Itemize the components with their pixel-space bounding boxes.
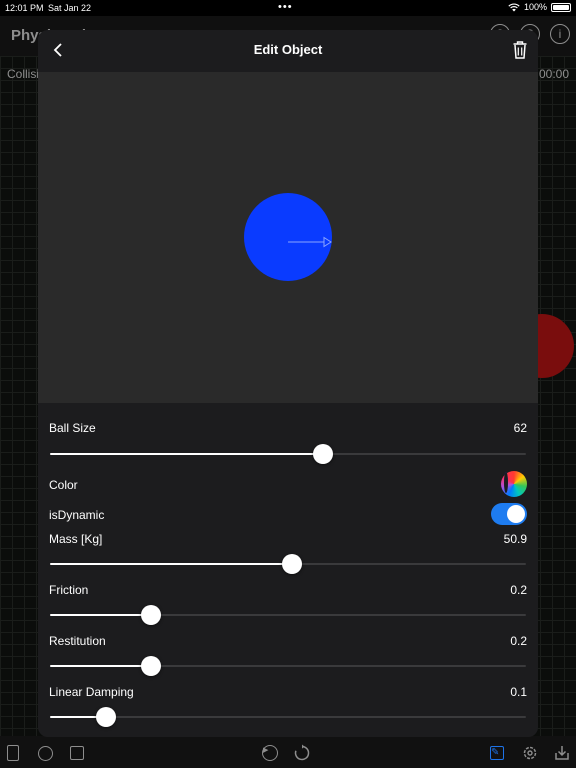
gear-icon	[523, 746, 537, 760]
restitution-slider[interactable]	[50, 655, 526, 677]
slider-track	[50, 716, 526, 718]
color-picker-button[interactable]	[501, 471, 527, 497]
properties-panel: Ball Size 62 Color isDynamic Mass [Kg] 5…	[38, 403, 538, 737]
export-button[interactable]	[553, 744, 571, 762]
mass-value: 50.9	[503, 532, 527, 546]
slider-fill	[50, 614, 152, 616]
multitasking-dots-icon[interactable]: •••	[278, 1, 293, 13]
slider-fill	[50, 563, 293, 565]
slider-thumb[interactable]	[282, 554, 303, 574]
edit-icon: ✎	[490, 746, 504, 760]
friction-slider[interactable]	[50, 604, 526, 626]
status-right: 100%	[508, 2, 571, 12]
ball-size-value: 62	[513, 421, 527, 435]
linear-damping-slider[interactable]	[50, 706, 526, 728]
slider-thumb[interactable]	[95, 707, 116, 727]
background-info-icon: i	[550, 24, 570, 44]
object-preview	[38, 72, 538, 403]
slider-thumb[interactable]	[141, 656, 162, 676]
circle-icon	[37, 745, 53, 761]
play-button[interactable]: ▶	[261, 744, 279, 762]
document-icon	[7, 745, 19, 761]
linear-damping-label: Linear Damping	[49, 685, 134, 699]
status-date: Sat Jan 22	[48, 3, 92, 13]
toggle-knob	[507, 505, 525, 523]
add-square-button[interactable]	[68, 744, 86, 762]
delete-button[interactable]	[512, 40, 528, 60]
reset-button[interactable]	[293, 744, 311, 762]
velocity-arrow-icon[interactable]	[288, 236, 334, 248]
status-time: 12:01 PM	[5, 3, 44, 13]
mass-slider[interactable]	[50, 553, 526, 575]
bottom-toolbar: ▶ ✎	[0, 736, 576, 768]
download-icon	[555, 746, 569, 760]
square-icon	[70, 746, 84, 760]
wifi-icon	[508, 2, 520, 11]
play-icon: ▶	[262, 745, 278, 761]
friction-value: 0.2	[510, 583, 527, 597]
reset-icon	[294, 744, 310, 761]
slider-fill	[50, 453, 324, 455]
linear-damping-value: 0.1	[510, 685, 527, 699]
ball-size-slider[interactable]	[50, 443, 526, 465]
add-circle-button[interactable]	[36, 744, 54, 762]
battery-icon	[551, 2, 571, 12]
status-bar: 12:01 PM Sat Jan 22 ••• 100%	[0, 0, 576, 16]
restitution-label: Restitution	[49, 634, 106, 648]
modal-nav-bar: Edit Object	[38, 30, 538, 72]
slider-thumb[interactable]	[313, 444, 334, 464]
edit-object-modal: Edit Object Ball Size 62 Color isDynamic…	[38, 30, 538, 737]
friction-label: Friction	[49, 583, 89, 597]
is-dynamic-toggle[interactable]	[491, 503, 527, 525]
modal-title: Edit Object	[253, 42, 323, 57]
slider-thumb[interactable]	[141, 605, 162, 625]
trash-icon	[513, 41, 527, 59]
slider-fill	[50, 665, 152, 667]
background-timer: 00:00	[538, 67, 569, 81]
battery-percent: 100%	[523, 2, 547, 12]
mass-label: Mass [Kg]	[49, 532, 103, 546]
settings-button[interactable]	[521, 744, 539, 762]
color-label: Color	[49, 478, 78, 492]
edit-button[interactable]: ✎	[488, 744, 506, 762]
restitution-value: 0.2	[510, 634, 527, 648]
is-dynamic-label: isDynamic	[49, 508, 105, 522]
new-document-button[interactable]	[4, 744, 22, 762]
color-swatch	[504, 472, 508, 493]
ball-size-label: Ball Size	[49, 421, 96, 435]
